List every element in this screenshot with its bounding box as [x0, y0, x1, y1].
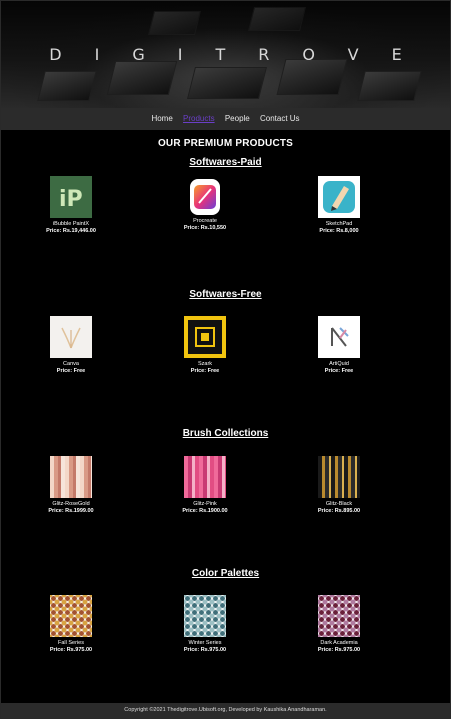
- footer-copyright: Copyright ©2021 Thedigitrove.Ubisoft.org…: [124, 707, 327, 713]
- product-price: Price: Free: [56, 368, 86, 374]
- product-name: Fall Series: [58, 640, 84, 646]
- header-banner: DIGITROVE: [1, 1, 450, 108]
- section-title-softwares-paid: Softwares-Paid: [189, 157, 262, 168]
- product-price: Price: Rs.975.00: [183, 647, 227, 653]
- product-price: Price: Rs.975.00: [317, 647, 361, 653]
- product-card[interactable]: Glitz-RoseGold Price: Rs.1999.00: [26, 456, 116, 515]
- product-name: Glitz-Black: [325, 501, 353, 507]
- nav-people[interactable]: People: [225, 114, 250, 123]
- section-title-softwares-free: Softwares-Free: [189, 289, 262, 300]
- product-card[interactable]: Winter Series Price: Rs.975.00: [160, 595, 250, 654]
- nav-products[interactable]: Products: [183, 114, 215, 123]
- product-price: Price: Rs.8,000: [319, 228, 359, 234]
- nav-home[interactable]: Home: [151, 114, 172, 123]
- palette-winter-swatch: [184, 595, 226, 637]
- section-title-color-palettes: Color Palettes: [191, 568, 260, 579]
- sketchpad-icon: [318, 176, 360, 218]
- product-card[interactable]: Fall Series Price: Rs.975.00: [26, 595, 116, 654]
- product-name: SketchPad: [325, 221, 353, 227]
- product-card[interactable]: Szark Price: Free: [160, 316, 250, 375]
- procreate-icon: [190, 179, 220, 215]
- product-price: Price: Rs.975.00: [49, 647, 93, 653]
- site-logo-title: DIGITROVE: [49, 45, 435, 64]
- product-price: Price: Free: [190, 368, 220, 374]
- product-price: Price: Free: [324, 368, 354, 374]
- section-title-brush-collections: Brush Collections: [182, 428, 269, 439]
- product-price: Price: Rs.1900.00: [182, 508, 228, 514]
- product-price: Price: Rs.1999.00: [48, 508, 94, 514]
- product-card[interactable]: Procreate Price: Rs.10,550: [160, 176, 250, 232]
- canva-icon: [50, 316, 92, 358]
- brush-black-swatch: [318, 456, 360, 498]
- product-price: Price: Rs.10,550: [183, 225, 227, 231]
- product-name: Szark: [197, 361, 213, 367]
- artiquid-icon: [318, 316, 360, 358]
- product-name: Dark Academia: [320, 640, 358, 646]
- brush-pink-swatch: [184, 456, 226, 498]
- product-name: ArtiQuid: [329, 361, 349, 367]
- product-name: Glitz-RoseGold: [52, 501, 90, 507]
- product-card[interactable]: Canva Price: Free: [26, 316, 116, 375]
- product-name: Glitz-Pink: [193, 501, 217, 507]
- footer: Copyright ©2021 Thedigitrove.Ubisoft.org…: [1, 703, 450, 718]
- product-card[interactable]: Dark Academia Price: Rs.975.00: [294, 595, 384, 654]
- paint-app-icon: iP: [50, 176, 92, 218]
- szark-icon: [184, 316, 226, 358]
- page-title: OUR PREMIUM PRODUCTS: [157, 138, 294, 149]
- product-price: Price: Rs.895.00: [317, 508, 361, 514]
- product-price: Price: Rs.19,446.00: [46, 228, 96, 234]
- product-card[interactable]: ArtiQuid Price: Free: [294, 316, 384, 375]
- product-card[interactable]: Glitz-Pink Price: Rs.1900.00: [160, 456, 250, 515]
- palette-fall-swatch: [50, 595, 92, 637]
- brush-rosegold-swatch: [50, 456, 92, 498]
- product-name: iBubble PaintX: [52, 221, 90, 227]
- product-name: Winter Series: [188, 640, 222, 646]
- product-card[interactable]: iP iBubble PaintX Price: Rs.19,446.00: [26, 176, 116, 235]
- palette-dark-swatch: [318, 595, 360, 637]
- main-nav: Home Products People Contact Us: [1, 108, 450, 130]
- product-name: Procreate: [193, 218, 217, 224]
- product-card[interactable]: Glitz-Black Price: Rs.895.00: [294, 456, 384, 515]
- svg-text:iP: iP: [59, 187, 83, 212]
- product-card[interactable]: SketchPad Price: Rs.8,000: [294, 176, 384, 235]
- nav-contact-us[interactable]: Contact Us: [260, 114, 300, 123]
- product-name: Canva: [63, 361, 79, 367]
